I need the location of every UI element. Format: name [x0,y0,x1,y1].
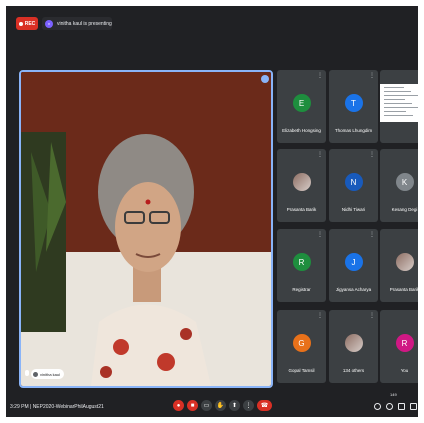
participant-name: Kesang Degi [391,207,418,212]
main-speaker-video[interactable]: vinitha kaul [19,70,273,388]
participant-name: 134 others [342,368,365,373]
recording-label: REC [24,20,36,27]
shared-screen-thumbnail [380,84,418,122]
participant-tile[interactable]: ⋮ E Elizabeth Hongsing [277,70,326,143]
participant-tile[interactable]: ⋮ T Thomas Lhungdim [329,70,378,143]
participant-name: You [400,368,409,373]
participant-tile[interactable]: ⋮ 134 others [329,310,378,383]
presenting-banner[interactable]: v vinitha kaul is presenting [42,17,112,30]
tile-more-icon[interactable]: ⋮ [369,152,375,158]
speaker-video-frame [21,72,271,386]
participant-photo [292,173,311,191]
chat-icon[interactable] [398,403,405,410]
people-icon[interactable] [386,403,393,410]
meet-window: REC v vinitha kaul is presenting vinitha… [6,6,418,417]
participant-avatar: R [292,253,311,271]
speaker-name: vinitha kaul [40,371,61,377]
mic-off-button[interactable]: ● [173,400,184,411]
participant-name: Prasanta Barik [389,287,418,292]
participant-avatar: T [344,94,363,112]
speaker-status-icon [33,371,38,377]
participant-name: Jigyansa Acharya [335,287,372,292]
participant-tile[interactable]: ⋮RYou [380,310,418,383]
tile-more-icon[interactable]: ⋮ [317,313,323,319]
presenter-avatar: v [45,19,53,28]
participant-tile[interactable]: ⋮ R Registrar [277,229,326,302]
recording-indicator: REC [16,17,38,30]
participant-avatar: J [344,253,363,271]
participant-photo [344,334,363,352]
raise-hand-button[interactable]: ✋ [215,400,226,411]
participant-name: Prasanta Barik [286,207,317,212]
record-dot-icon [18,21,23,26]
tile-more-icon[interactable]: ⋮ [369,313,375,319]
participant-tile[interactable]: ⋮ J Jigyansa Acharya [329,229,378,302]
tile-more-icon[interactable]: ⋮ [317,73,323,79]
participant-avatar: G [292,334,311,352]
participant-photo [395,253,414,271]
presenting-text: vinitha kaul is presenting [57,20,112,27]
participant-name: Nidhi Tiwari [341,207,366,212]
meeting-time-and-code: 3:29 PM | NEP2020-WebinarPhilAugust21 [10,404,104,410]
participant-tile[interactable]: ⋮ Prasanta Barik [277,149,326,222]
present-button[interactable]: ⬆ [229,400,240,411]
more-options-button[interactable]: ⋮ [243,400,254,411]
speaker-name-tag: vinitha kaul [31,369,65,379]
tile-more-icon[interactable]: ⋮ [317,232,323,238]
participant-name: Registrar [292,287,311,292]
info-icon[interactable] [374,403,381,410]
tile-more-icon[interactable]: ⋮ [369,232,375,238]
participant-tile[interactable]: ⋮ [380,70,418,143]
participant-avatar: N [344,173,363,191]
pin-icon[interactable] [261,75,269,83]
participant-tile[interactable]: ⋮ G Gopal Tamsil [277,310,326,383]
participant-count: 149 [390,392,397,397]
participant-tile[interactable]: ⋮Prasanta Barik [380,229,418,302]
participant-name: Thomas Lhungdim [334,128,373,133]
tile-more-icon[interactable]: ⋮ [369,73,375,79]
participant-name: Elizabeth Hongsing [282,128,321,133]
camera-off-button[interactable]: ■ [187,400,198,411]
participant-avatar: K [395,173,414,191]
participant-tile[interactable]: ⋮KKesang Degi [380,149,418,222]
participant-avatar: R [395,334,414,352]
tile-more-icon[interactable]: ⋮ [317,152,323,158]
leave-call-button[interactable]: ☎ [257,400,272,411]
participant-avatar: E [292,94,311,112]
mic-icon [25,370,29,376]
participant-name: Gopal Tamsil [288,368,315,373]
activities-icon[interactable] [410,403,417,410]
participant-tile[interactable]: ⋮ N Nidhi Tiwari [329,149,378,222]
captions-button[interactable]: ▭ [201,400,212,411]
